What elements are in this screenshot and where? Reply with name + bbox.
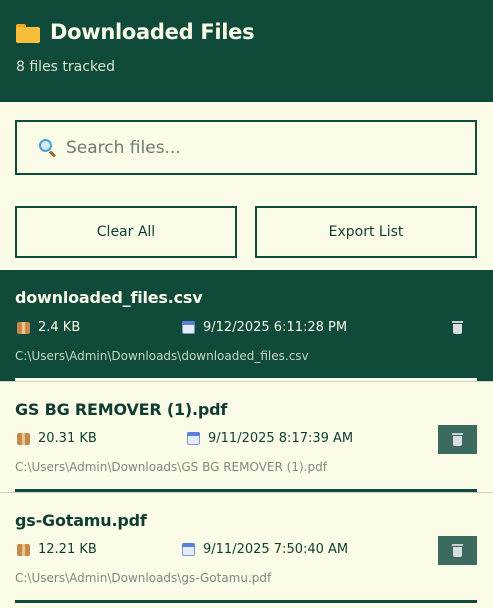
search-box[interactable] [15,120,477,175]
app-header: Downloaded Files 8 files tracked [0,0,493,102]
file-name: gs-Gotamu.pdf [15,511,147,530]
delete-button[interactable] [438,536,477,565]
file-date-value: 9/11/2025 8:17:39 AM [208,431,354,446]
file-date: 9/11/2025 8:17:39 AM [187,431,353,446]
search-input[interactable] [66,137,446,158]
card-divider [15,600,477,603]
page-title: Downloaded Files [50,20,255,44]
package-icon [17,432,30,445]
file-path: C:\Users\Admin\Downloads\gs-Gotamu.pdf [15,571,272,585]
file-card[interactable]: gs-Gotamu.pdf 12.21 KB 9/11/2025 7:50:40… [0,492,493,603]
trash-icon [452,433,463,446]
delete-button[interactable] [438,425,477,454]
file-date: 9/11/2025 7:50:40 AM [182,542,348,557]
file-size-value: 12.21 KB [38,542,97,557]
file-path: C:\Users\Admin\Downloads\downloaded_file… [15,349,309,363]
file-date-value: 9/11/2025 7:50:40 AM [203,542,349,557]
package-icon [17,543,30,556]
clear-all-button[interactable]: Clear All [15,206,237,258]
file-date: 9/12/2025 6:11:28 PM [182,320,347,335]
files-count: 8 files tracked [16,59,116,75]
calendar-icon [182,321,195,334]
export-list-button[interactable]: Export List [255,206,477,258]
delete-button[interactable] [438,313,477,342]
file-size: 2.4 KB [17,320,80,335]
file-path: C:\Users\Admin\Downloads\GS BG REMOVER (… [15,460,327,474]
calendar-icon [187,432,200,445]
file-name: downloaded_files.csv [15,288,203,307]
calendar-icon [182,543,195,556]
trash-icon [452,544,463,557]
card-top-border [0,381,493,382]
file-size-value: 20.31 KB [38,431,97,446]
file-name: GS BG REMOVER (1).pdf [15,400,228,419]
file-size: 12.21 KB [17,542,97,557]
file-date-value: 9/12/2025 6:11:28 PM [203,320,348,335]
search-icon [39,138,57,158]
file-size-value: 2.4 KB [38,320,81,335]
file-card[interactable]: GS BG REMOVER (1).pdf 20.31 KB 9/11/2025… [0,381,493,492]
file-size: 20.31 KB [17,431,97,446]
folder-icon [16,23,40,43]
card-top-border [0,492,493,493]
title-row: Downloaded Files [16,20,255,44]
trash-icon [452,321,463,334]
file-card[interactable]: downloaded_files.csv 2.4 KB 9/12/2025 6:… [0,270,493,381]
package-icon [17,321,30,334]
